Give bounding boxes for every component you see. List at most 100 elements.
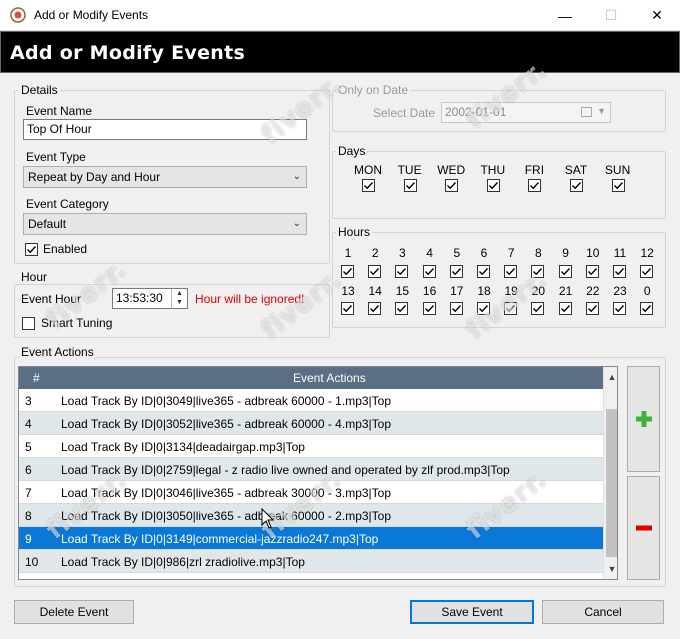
- day-checkbox[interactable]: [486, 179, 500, 192]
- hour-label: 19: [504, 284, 518, 298]
- spin-up-icon[interactable]: ▲: [172, 289, 187, 298]
- table-row[interactable]: 3 Load Track By ID|0|3049|live365 - adbre…: [19, 389, 603, 412]
- day-label: WED: [437, 163, 466, 177]
- check-icon: [506, 305, 516, 313]
- row-action: Load Track By ID|0|3046|live365 - adbrea…: [61, 486, 391, 500]
- table-row[interactable]: 8 Load Track By ID|0|3050|live365 - adbre…: [19, 504, 603, 527]
- scroll-up-icon[interactable]: ▲: [604, 369, 617, 385]
- check-icon: [560, 305, 570, 313]
- hour-checkbox[interactable]: [422, 302, 436, 315]
- check-icon: [642, 268, 652, 276]
- enabled-checkbox[interactable]: [25, 243, 38, 256]
- scroll-down-icon[interactable]: ▼: [604, 561, 617, 577]
- check-icon: [479, 305, 489, 313]
- check-icon: [587, 268, 597, 276]
- delete-event-button[interactable]: Delete Event: [14, 600, 134, 624]
- hour-checkbox[interactable]: [341, 302, 354, 315]
- hour-warning: Hour will be ignored!: [195, 292, 305, 306]
- scroll-thumb[interactable]: [606, 409, 617, 557]
- hour-checkbox[interactable]: [395, 302, 409, 315]
- check-icon: [370, 268, 380, 276]
- hour-checkbox[interactable]: [640, 265, 654, 278]
- hour-spinner[interactable]: ▲ ▼: [171, 289, 187, 308]
- day-checkbox[interactable]: [362, 179, 375, 192]
- check-icon: [397, 268, 407, 276]
- hour-checkbox[interactable]: [558, 265, 572, 278]
- table-row[interactable]: 7 Load Track By ID|0|3046|live365 - adbre…: [19, 481, 603, 504]
- hour-checkbox[interactable]: [504, 302, 518, 315]
- mouse-cursor-icon: [261, 507, 275, 533]
- hour-checkbox[interactable]: [531, 302, 545, 315]
- hour-checkbox[interactable]: [341, 265, 354, 278]
- add-action-button[interactable]: [627, 366, 660, 472]
- maximize-button[interactable]: ☐: [588, 0, 634, 31]
- event-type-select[interactable]: Repeat by Day and Hour ⌄: [23, 166, 307, 188]
- check-icon: [364, 182, 374, 190]
- row-number: 3: [25, 394, 32, 408]
- event-name-input[interactable]: Top Of Hour: [23, 119, 307, 140]
- plus-icon: [635, 411, 652, 427]
- row-number: 6: [25, 463, 32, 477]
- hour-checkbox[interactable]: [585, 265, 599, 278]
- hour-checkbox[interactable]: [613, 265, 626, 278]
- spin-down-icon[interactable]: ▼: [172, 298, 187, 307]
- hour-checkbox[interactable]: [449, 302, 463, 315]
- hour-label: 7: [507, 246, 515, 260]
- row-action: Load Track By ID|0|3149|commercial-jazzr…: [61, 532, 379, 546]
- column-header-actions[interactable]: Event Actions: [293, 371, 366, 385]
- column-header-num[interactable]: #: [33, 371, 40, 385]
- hour-label: 5: [453, 246, 461, 260]
- close-button[interactable]: ✕: [634, 0, 680, 31]
- event-actions-table[interactable]: # Event Actions 3 Load Track By ID|0|3049…: [18, 366, 618, 580]
- day-label: FRI: [524, 163, 545, 177]
- hour-checkbox[interactable]: [422, 265, 436, 278]
- hour-label: 6: [480, 246, 488, 260]
- hour-checkbox[interactable]: [640, 302, 654, 315]
- cancel-button[interactable]: Cancel: [542, 600, 664, 624]
- day-checkbox[interactable]: [528, 179, 542, 192]
- table-row[interactable]: 10 Load Track By ID|0|986|zrl zradiolive.…: [19, 550, 603, 573]
- date-picker[interactable]: 2002-01-01 ▼: [441, 102, 611, 123]
- hour-checkbox[interactable]: [368, 302, 382, 315]
- hour-label: 2: [371, 246, 379, 260]
- hour-label: 18: [477, 284, 491, 298]
- row-number: 8: [25, 509, 32, 523]
- row-number: 10: [25, 555, 39, 569]
- hour-checkbox[interactable]: [477, 302, 490, 315]
- hour-checkbox[interactable]: [477, 265, 490, 278]
- row-action: Load Track By ID|0|3050|live365 - adbrea…: [61, 509, 391, 523]
- check-icon: [560, 268, 570, 276]
- hour-checkbox[interactable]: [449, 265, 463, 278]
- event-category-value: Default: [28, 217, 67, 231]
- remove-action-button[interactable]: [627, 476, 660, 580]
- save-event-button[interactable]: Save Event: [410, 600, 534, 624]
- hour-checkbox[interactable]: [504, 265, 518, 278]
- day-checkbox[interactable]: [611, 179, 625, 192]
- check-icon: [615, 305, 625, 313]
- table-row[interactable]: 6 Load Track By ID|0|2759|legal - z radio…: [19, 458, 603, 481]
- hour-checkbox[interactable]: [558, 302, 572, 315]
- event-hour-value: 13:53:30: [116, 291, 163, 305]
- hour-checkbox[interactable]: [585, 302, 599, 315]
- hour-label: 16: [422, 284, 437, 298]
- hour-checkbox[interactable]: [368, 265, 382, 278]
- enabled-label: Enabled: [43, 242, 88, 256]
- minimize-button[interactable]: —: [542, 0, 588, 31]
- check-icon: [397, 305, 407, 313]
- day-label: SAT: [564, 163, 588, 177]
- day-checkbox[interactable]: [403, 179, 417, 192]
- table-scrollbar[interactable]: ▲ ▼: [603, 367, 617, 579]
- smart-tuning-checkbox[interactable]: [22, 317, 35, 330]
- table-row[interactable]: 5 Load Track By ID|0|3134|deadairgap.mp3|…: [19, 435, 603, 458]
- hour-checkbox[interactable]: [613, 302, 626, 315]
- day-checkbox[interactable]: [445, 179, 459, 192]
- chevron-down-icon: ⌄: [292, 218, 301, 229]
- hour-checkbox[interactable]: [395, 265, 409, 278]
- table-row[interactable]: 9 Load Track By ID|0|3149|commercial-jazz…: [19, 527, 603, 550]
- table-row[interactable]: 4 Load Track By ID|0|3052|live365 - adbre…: [19, 412, 603, 435]
- date-value: 2002-01-01: [445, 105, 507, 119]
- event-category-select[interactable]: Default ⌄: [23, 213, 307, 235]
- day-checkbox[interactable]: [570, 179, 583, 192]
- event-name-label: Event Name: [26, 104, 93, 118]
- hour-checkbox[interactable]: [531, 265, 545, 278]
